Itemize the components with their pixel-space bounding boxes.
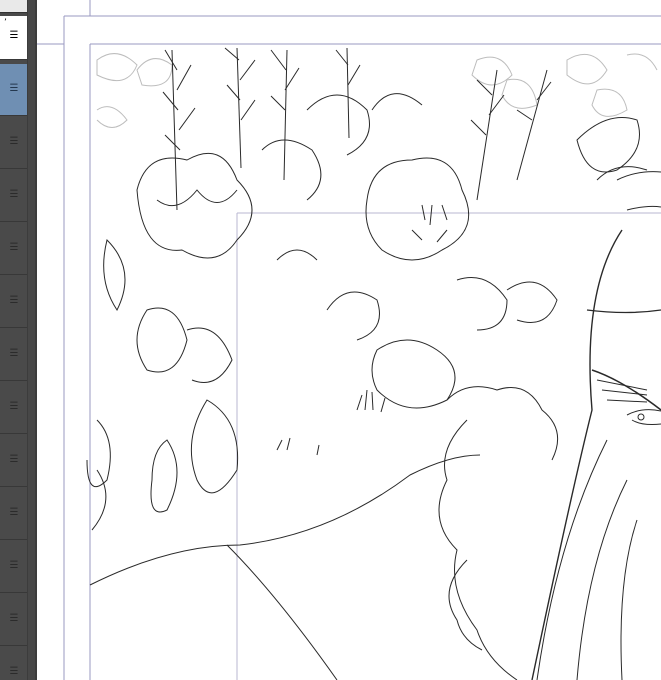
layer-row-3[interactable]: ☰ [0,117,27,169]
layer-row-2-selected[interactable]: ☰ [0,64,27,116]
layer-menu-icon[interactable]: ☰ [9,295,19,307]
layer-mark: ʼ [4,18,7,28]
layer-menu-icon[interactable]: ☰ [9,507,19,519]
layer-menu-icon[interactable]: ☰ [9,136,19,148]
layer-row-7[interactable]: ☰ [0,329,27,381]
layer-row-12[interactable]: ☰ [0,594,27,646]
line-art-illustration [37,0,661,680]
layer-row-8[interactable]: ☰ [0,382,27,434]
layer-menu-icon[interactable]: ☰ [9,666,19,678]
layer-row-4[interactable]: ☰ [0,170,27,222]
layer-thumbnail-strip [0,0,27,13]
layer-menu-icon[interactable]: ☰ [9,454,19,466]
layer-menu-icon[interactable]: ☰ [9,30,19,42]
layer-row-6[interactable]: ☰ [0,276,27,328]
layer-row-10[interactable]: ☰ [0,488,27,540]
layer-menu-icon[interactable]: ☰ [9,83,19,95]
layer-row-9[interactable]: ☰ [0,435,27,487]
layers-panel: ʼ ☰ ☰ ☰ ☰ ☰ ☰ ☰ ☰ ☰ ☰ ☰ ☰ ☰ [0,0,37,680]
layer-menu-icon[interactable]: ☰ [9,401,19,413]
foliage-line-art [86,47,661,680]
layer-menu-icon[interactable]: ☰ [9,560,19,572]
layer-row-1[interactable]: ʼ ☰ [0,16,27,60]
layer-menu-icon[interactable]: ☰ [9,189,19,201]
layers-scrollbar[interactable] [28,0,35,680]
layer-row-13[interactable]: ☰ [0,647,27,680]
drawing-canvas[interactable] [37,0,661,680]
layer-row-11[interactable]: ☰ [0,541,27,593]
layer-menu-icon[interactable]: ☰ [9,613,19,625]
layer-menu-icon[interactable]: ☰ [9,242,19,254]
frame-guides [37,0,661,680]
background-ivy-leaves [96,53,658,128]
layer-menu-icon[interactable]: ☰ [9,348,19,360]
layer-row-5[interactable]: ☰ [0,223,27,275]
